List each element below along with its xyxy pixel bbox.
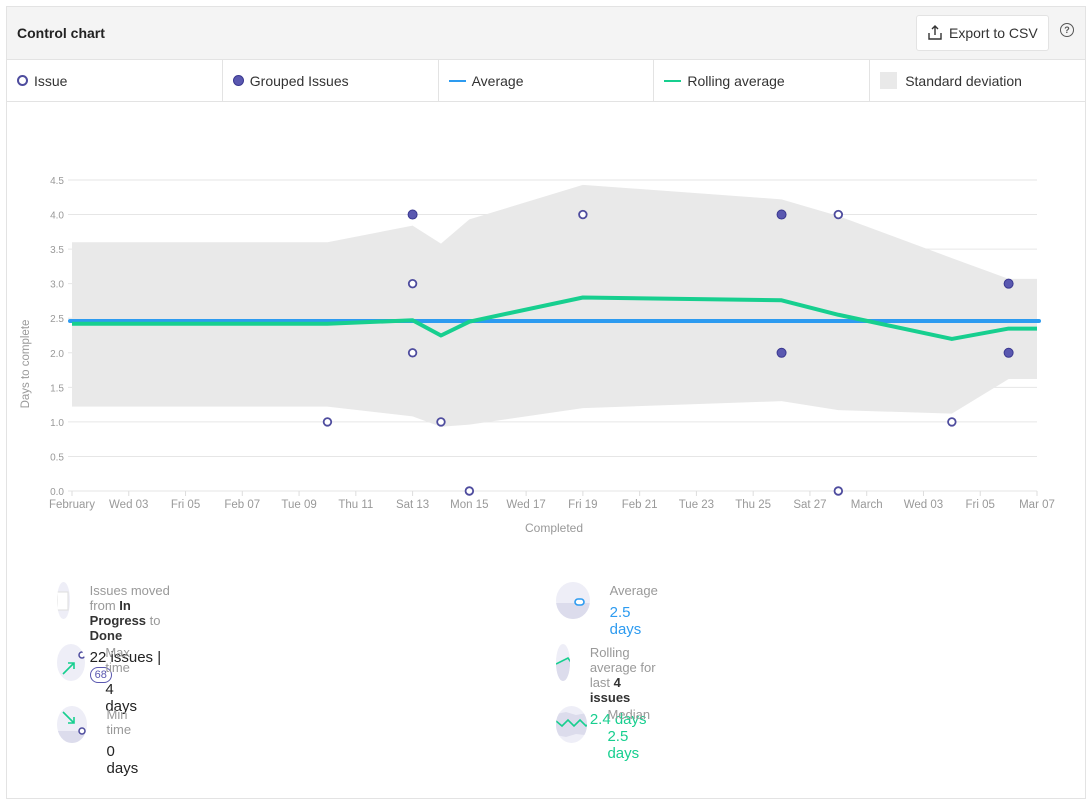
- x-tick-label: Sat 27: [793, 499, 826, 511]
- average-icon: [556, 582, 590, 619]
- y-tick-label: 2.0: [50, 349, 64, 360]
- issue-point: [407, 278, 418, 289]
- moved-label: Issues moved from In Progress to Done: [89, 583, 170, 643]
- x-tick-label: Fri 19: [568, 499, 597, 511]
- y-tick-label: 0.5: [50, 452, 64, 463]
- std-deviation-band: [72, 184, 1037, 427]
- issues-card-icon: [57, 582, 70, 619]
- y-tick-label: 2.5: [50, 314, 64, 325]
- control-chart: 0.0 0.5 1.0 1.5 2.0 2.5 3.0 3.5 4.0 4.5 February We…: [20, 176, 1055, 535]
- max-time-icon: [57, 644, 86, 681]
- stat-max: Max time 4 days: [57, 644, 146, 715]
- issue-point: [322, 417, 333, 427]
- median-icon: [556, 706, 588, 743]
- y-tick-label: 4.0: [50, 211, 64, 222]
- x-tick-label: Tue 23: [679, 499, 714, 511]
- grouped-issue-point: [1003, 278, 1014, 289]
- y-tick-label: 0.0: [50, 487, 64, 498]
- y-tick-label: 4.5: [50, 176, 64, 187]
- x-tick-label: Feb 21: [622, 499, 658, 511]
- issue-point: [407, 348, 418, 358]
- y-tick-label: 3.5: [50, 245, 64, 256]
- grouped-issue-point: [776, 347, 787, 358]
- x-tick-label: February: [49, 499, 95, 511]
- stat-min: Min time 0 days: [57, 706, 146, 777]
- x-tick-label: Feb 07: [224, 499, 260, 511]
- grouped-issue-point: [1003, 347, 1014, 358]
- x-tick-label: Thu 11: [338, 499, 373, 511]
- x-tick-label: Wed 03: [904, 499, 943, 511]
- x-tick-label: Wed 03: [109, 499, 148, 511]
- y-axis-label: Days to complete: [20, 320, 32, 409]
- issue-point: [464, 486, 475, 496]
- x-tick-label: Mar 07: [1019, 499, 1055, 511]
- x-tick-label: Wed 17: [506, 499, 545, 511]
- rolling-label: Rolling average for last 4 issues: [589, 645, 656, 705]
- grouped-issue-point: [776, 209, 787, 220]
- min-time-icon: [57, 706, 87, 743]
- y-tick-label: 3.0: [50, 280, 64, 291]
- average-label: Average: [609, 583, 658, 598]
- x-tick-label: Thu 25: [735, 499, 771, 511]
- x-tick-label: Mon 15: [450, 499, 488, 511]
- x-tick-label: Tue 09: [281, 499, 316, 511]
- x-tick-label: Sat 13: [396, 499, 429, 511]
- rolling-average-icon: [556, 644, 570, 681]
- grouped-issue-point: [407, 209, 418, 220]
- stat-median: Median 2.5 days: [556, 706, 656, 762]
- stat-average: Average 2.5 days: [556, 582, 661, 638]
- issue-point: [436, 417, 446, 427]
- issue-point: [578, 209, 588, 220]
- x-axis-label: Completed: [525, 521, 583, 535]
- issue-point: [833, 209, 844, 220]
- y-tick-label: 1.5: [50, 383, 64, 394]
- average-value: 2.5 days: [609, 604, 642, 638]
- y-tick-label: 1.0: [50, 418, 64, 429]
- max-label: Max time: [105, 645, 130, 675]
- issue-point: [947, 417, 957, 427]
- x-tick-label: Fri 05: [966, 499, 995, 511]
- min-value: 0 days: [106, 743, 139, 777]
- issue-point: [833, 486, 844, 496]
- x-tick-label: Fri 05: [171, 499, 200, 511]
- x-tick-label: March: [851, 499, 883, 511]
- median-label: Median: [607, 707, 651, 722]
- min-label: Min time: [106, 707, 132, 737]
- median-value: 2.5 days: [607, 728, 640, 762]
